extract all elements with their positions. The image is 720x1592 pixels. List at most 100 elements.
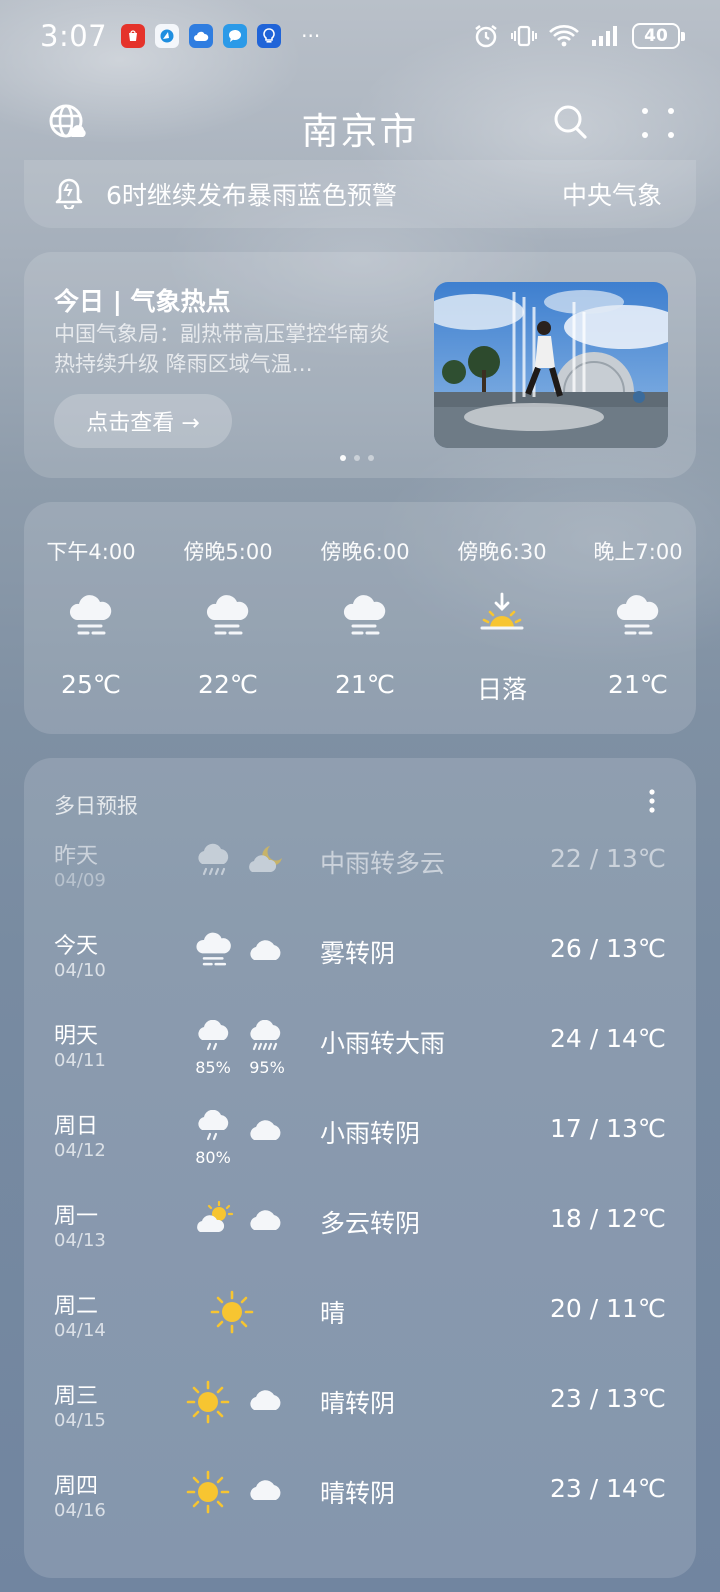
forecast-row[interactable]: 周三 04/15 晴转阴 23 / 13℃ bbox=[24, 1370, 696, 1460]
fog-cloud-icon bbox=[204, 592, 252, 644]
signal-icon bbox=[592, 26, 617, 46]
forecast-temp-range: 20 / 11℃ bbox=[549, 1294, 666, 1323]
carousel-dot bbox=[354, 455, 360, 461]
system-status: 40 bbox=[472, 22, 685, 50]
fog-cloud-icon bbox=[341, 592, 389, 644]
hotspot-photo[interactable] bbox=[434, 282, 668, 448]
forecast-date: 04/12 bbox=[54, 1140, 106, 1161]
fog-cloud-icon bbox=[614, 592, 662, 644]
forecast-date: 04/11 bbox=[54, 1050, 106, 1071]
hourly-temp: 21℃ bbox=[608, 670, 668, 699]
cloud-icon bbox=[246, 1200, 286, 1244]
forecast-date: 04/09 bbox=[54, 870, 106, 891]
forecast-row[interactable]: 昨天 04/09 中雨转多云 22 / 13℃ bbox=[24, 830, 696, 920]
weather-hotspot-card[interactable]: 今日 | 气象热点 中国气象局：副热带高压掌控华南炎热持续升级 降雨区域气温… … bbox=[24, 252, 696, 478]
hotspot-title: 今日 | 气象热点 bbox=[54, 287, 231, 316]
forecast-day: 明天 bbox=[54, 1024, 99, 1049]
forecast-row[interactable]: 明天 04/11 85% 95% 小雨转大雨 24 / 14℃ bbox=[24, 1010, 696, 1100]
forecast-day: 今天 bbox=[54, 934, 99, 959]
cloudy-moon-icon bbox=[246, 840, 286, 884]
hourly-time: 傍晚5:00 bbox=[183, 540, 273, 564]
sun-icon bbox=[186, 1380, 230, 1428]
hourly-time: 傍晚6:30 bbox=[457, 540, 547, 564]
hourly-time: 晚上7:00 bbox=[593, 540, 683, 564]
hourly-time: 傍晚6:00 bbox=[320, 540, 410, 564]
forecast-date: 04/10 bbox=[54, 960, 106, 981]
sun-icon bbox=[210, 1290, 254, 1338]
view-details-button[interactable]: 点击查看 → bbox=[54, 394, 232, 448]
browser-icon bbox=[155, 24, 180, 48]
wifi-icon bbox=[549, 25, 579, 47]
forecast-more-icon[interactable] bbox=[648, 788, 656, 818]
forecast-row[interactable]: 今天 04/10 雾转阴 26 / 13℃ bbox=[24, 920, 696, 1010]
hourly-time: 下午4:00 bbox=[46, 540, 136, 564]
forecast-temp-range: 23 / 13℃ bbox=[549, 1384, 666, 1413]
hourly-item[interactable]: 晚上7:00 21℃ bbox=[568, 502, 696, 734]
status-time: 3:07 bbox=[40, 19, 108, 53]
hourly-temp: 22℃ bbox=[198, 670, 258, 699]
more-notifications-icon: ··· bbox=[301, 24, 321, 48]
forecast-row[interactable]: 周二 04/14 晴 20 / 11℃ bbox=[24, 1280, 696, 1370]
cloud-icon bbox=[246, 930, 286, 974]
menu-dots-icon[interactable] bbox=[640, 107, 676, 143]
rain-cloud-icon bbox=[194, 840, 234, 884]
forecast-date: 04/14 bbox=[54, 1320, 106, 1341]
sunset-icon bbox=[478, 592, 526, 644]
app-header: 南京市 bbox=[0, 95, 720, 155]
cloud-app-icon bbox=[189, 24, 214, 48]
precip-chance: 85% bbox=[195, 1058, 231, 1077]
forecast-date: 04/16 bbox=[54, 1500, 106, 1521]
message-icon bbox=[223, 24, 248, 48]
heavy-rain-icon bbox=[246, 1019, 286, 1060]
hourly-sunset-label: 日落 bbox=[476, 675, 527, 704]
forecast-temp-range: 26 / 13℃ bbox=[549, 934, 666, 963]
light-rain-icon bbox=[194, 1109, 234, 1150]
fog-cloud-icon bbox=[194, 930, 234, 974]
notification-icons: ··· bbox=[121, 24, 320, 48]
city-title[interactable]: 南京市 bbox=[0, 101, 720, 155]
battery-icon: 40 bbox=[632, 23, 685, 49]
forecast-description: 中雨转多云 bbox=[320, 849, 446, 878]
precip-chance: 95% bbox=[249, 1058, 285, 1077]
forecast-row[interactable]: 周一 04/13 多云转阴 18 / 12℃ bbox=[24, 1190, 696, 1280]
precip-chance: 80% bbox=[195, 1148, 231, 1167]
forecast-day: 周二 bbox=[54, 1294, 99, 1319]
forecast-description: 晴 bbox=[320, 1299, 346, 1328]
forecast-day: 周三 bbox=[54, 1384, 99, 1409]
vibrate-icon bbox=[511, 25, 537, 47]
forecast-temp-range: 18 / 12℃ bbox=[549, 1204, 666, 1233]
hourly-item[interactable]: 傍晚6:00 21℃ bbox=[295, 502, 435, 734]
status-bar: 3:07 ··· 40 bbox=[0, 0, 720, 72]
light-rain-icon bbox=[194, 1019, 234, 1060]
carousel-dots bbox=[340, 455, 374, 461]
forecast-date: 04/15 bbox=[54, 1410, 106, 1431]
hourly-temp: 25℃ bbox=[61, 670, 121, 699]
hourly-item[interactable]: 下午4:00 25℃ bbox=[24, 502, 161, 734]
hourly-item[interactable]: 傍晚5:00 22℃ bbox=[158, 502, 298, 734]
forecast-description: 小雨转大雨 bbox=[320, 1029, 446, 1058]
carousel-dot bbox=[368, 455, 374, 461]
search-icon[interactable] bbox=[553, 103, 589, 147]
forecast-temp-range: 17 / 13℃ bbox=[549, 1114, 666, 1143]
cloud-icon bbox=[246, 1380, 286, 1424]
forecast-day: 周四 bbox=[54, 1474, 99, 1499]
carousel-dot-active bbox=[340, 455, 346, 461]
sun-icon bbox=[186, 1470, 230, 1518]
forecast-description: 晴转阴 bbox=[320, 1479, 396, 1508]
hourly-item[interactable]: 傍晚6:30 日落 bbox=[432, 502, 572, 734]
bulb-icon bbox=[257, 24, 282, 48]
weather-alert-banner[interactable]: 6时继续发布暴雨蓝色预警 中央气象 bbox=[24, 160, 696, 228]
alert-bell-icon bbox=[54, 175, 84, 213]
alarm-icon bbox=[475, 25, 497, 48]
forecast-date: 04/13 bbox=[54, 1230, 106, 1251]
forecast-description: 雾转阴 bbox=[320, 939, 396, 968]
forecast-row[interactable]: 周日 04/12 80% 小雨转阴 17 / 13℃ bbox=[24, 1100, 696, 1190]
alert-source: 中央气象 bbox=[561, 181, 662, 210]
forecast-day: 周日 bbox=[54, 1114, 99, 1139]
forecast-description: 小雨转阴 bbox=[320, 1119, 421, 1148]
multi-day-forecast-card[interactable]: 多日预报 昨天 04/09 中雨转多云 22 / 13℃ 今天 04/10 雾转… bbox=[24, 758, 696, 1578]
forecast-row[interactable]: 周四 04/16 晴转阴 23 / 14℃ bbox=[24, 1460, 696, 1550]
partly-cloudy-icon bbox=[194, 1200, 234, 1244]
forecast-temp-range: 23 / 14℃ bbox=[549, 1474, 666, 1503]
hourly-forecast-card[interactable]: 下午4:00 25℃ 傍晚5:00 22℃ 傍晚6:00 21℃ 傍晚6:30 … bbox=[24, 502, 696, 734]
